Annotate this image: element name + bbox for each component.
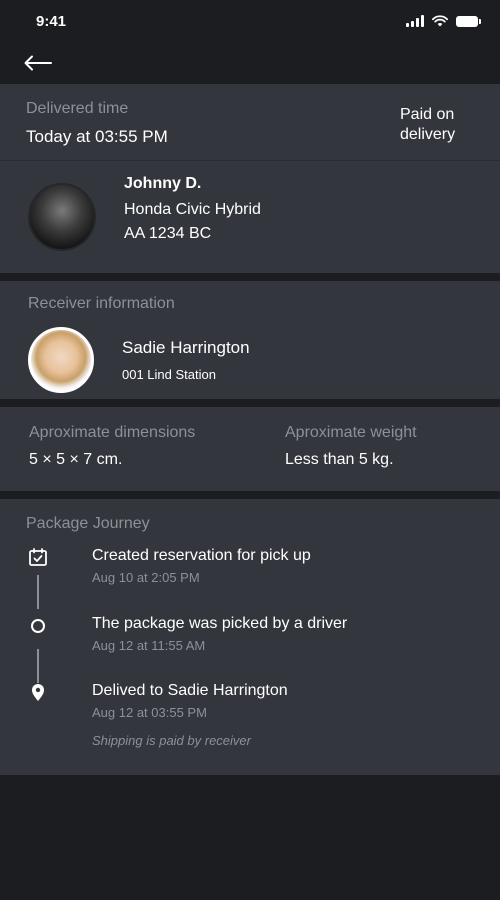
delivered-time-label: Delivered time: [26, 100, 129, 117]
journey-step: Created reservation for pick up Aug 10 a…: [26, 547, 472, 585]
signal-icon: [406, 15, 424, 27]
payment-status: Paid on delivery: [400, 106, 456, 143]
weight-value: Less than 5 kg.: [285, 451, 394, 468]
step-time: Aug 12 at 11:55 AM: [92, 638, 206, 653]
receiver-section: Receiver information Sadie Harrington 00…: [0, 281, 500, 399]
timeline-connector: [37, 649, 39, 683]
receiver-address: 001 Lind Station: [122, 367, 216, 382]
status-bar: 9:41: [0, 0, 500, 42]
top-bar: [0, 42, 500, 84]
driver-avatar: [28, 183, 96, 251]
divider: [0, 491, 500, 499]
step-time: Aug 12 at 03:55 PM: [92, 705, 207, 720]
status-time: 9:41: [36, 12, 67, 30]
receiver-avatar: [28, 327, 94, 393]
status-icons: [406, 15, 481, 27]
step-title: The package was picked by a driver: [92, 615, 348, 632]
dimensions-block: Aproximate dimensions 5 × 5 × 7 cm.: [29, 424, 285, 491]
journey-step: The package was picked by a driver Aug 1…: [26, 615, 472, 653]
package-journey-section: Package Journey Created reservation for …: [0, 499, 500, 775]
circle-icon: [31, 619, 45, 633]
divider: [0, 399, 500, 407]
delivered-time-section: Delivered time Today at 03:55 PM Paid on…: [0, 84, 500, 161]
delivered-time-value: Today at 03:55 PM: [26, 127, 168, 146]
delivery-details-screen: 9:41 Delivered time Today at 03:55 PM Pa: [0, 0, 500, 900]
receiver-info: Sadie Harrington 001 Lind Station: [122, 338, 250, 382]
receiver-name: Sadie Harrington: [122, 338, 250, 357]
driver-plate: AA 1234 BC: [124, 225, 212, 242]
wifi-icon: [432, 15, 448, 27]
journey-step: Delived to Sadie Harrington Aug 12 at 03…: [26, 682, 472, 748]
driver-card[interactable]: Johnny D. Honda Civic Hybrid AA 1234 BC: [0, 161, 500, 273]
calendar-check-icon: [29, 548, 47, 566]
step-title: Created reservation for pick up: [92, 547, 311, 564]
receiver-row[interactable]: Sadie Harrington 001 Lind Station: [28, 327, 472, 393]
shipping-note: Shipping is paid by receiver: [92, 733, 251, 748]
receiver-section-label: Receiver information: [28, 295, 175, 312]
driver-name: Johnny D.: [124, 175, 202, 192]
package-size-section: Aproximate dimensions 5 × 5 × 7 cm. Apro…: [0, 407, 500, 491]
journey-timeline: Created reservation for pick up Aug 10 a…: [26, 547, 472, 748]
step-time: Aug 10 at 2:05 PM: [92, 570, 200, 585]
back-button[interactable]: [24, 51, 54, 75]
dimensions-label: Aproximate dimensions: [29, 424, 196, 441]
dimensions-value: 5 × 5 × 7 cm.: [29, 451, 123, 468]
journey-title: Package Journey: [26, 515, 150, 532]
location-pin-icon: [32, 684, 44, 701]
driver-vehicle: Honda Civic Hybrid: [124, 201, 261, 218]
weight-block: Aproximate weight Less than 5 kg.: [285, 424, 417, 491]
battery-icon: [456, 15, 481, 27]
divider: [0, 273, 500, 281]
arrow-left-icon: [24, 55, 52, 71]
step-title: Delived to Sadie Harrington: [92, 682, 288, 699]
driver-info: Johnny D. Honda Civic Hybrid AA 1234 BC: [124, 175, 261, 243]
weight-label: Aproximate weight: [285, 424, 417, 441]
